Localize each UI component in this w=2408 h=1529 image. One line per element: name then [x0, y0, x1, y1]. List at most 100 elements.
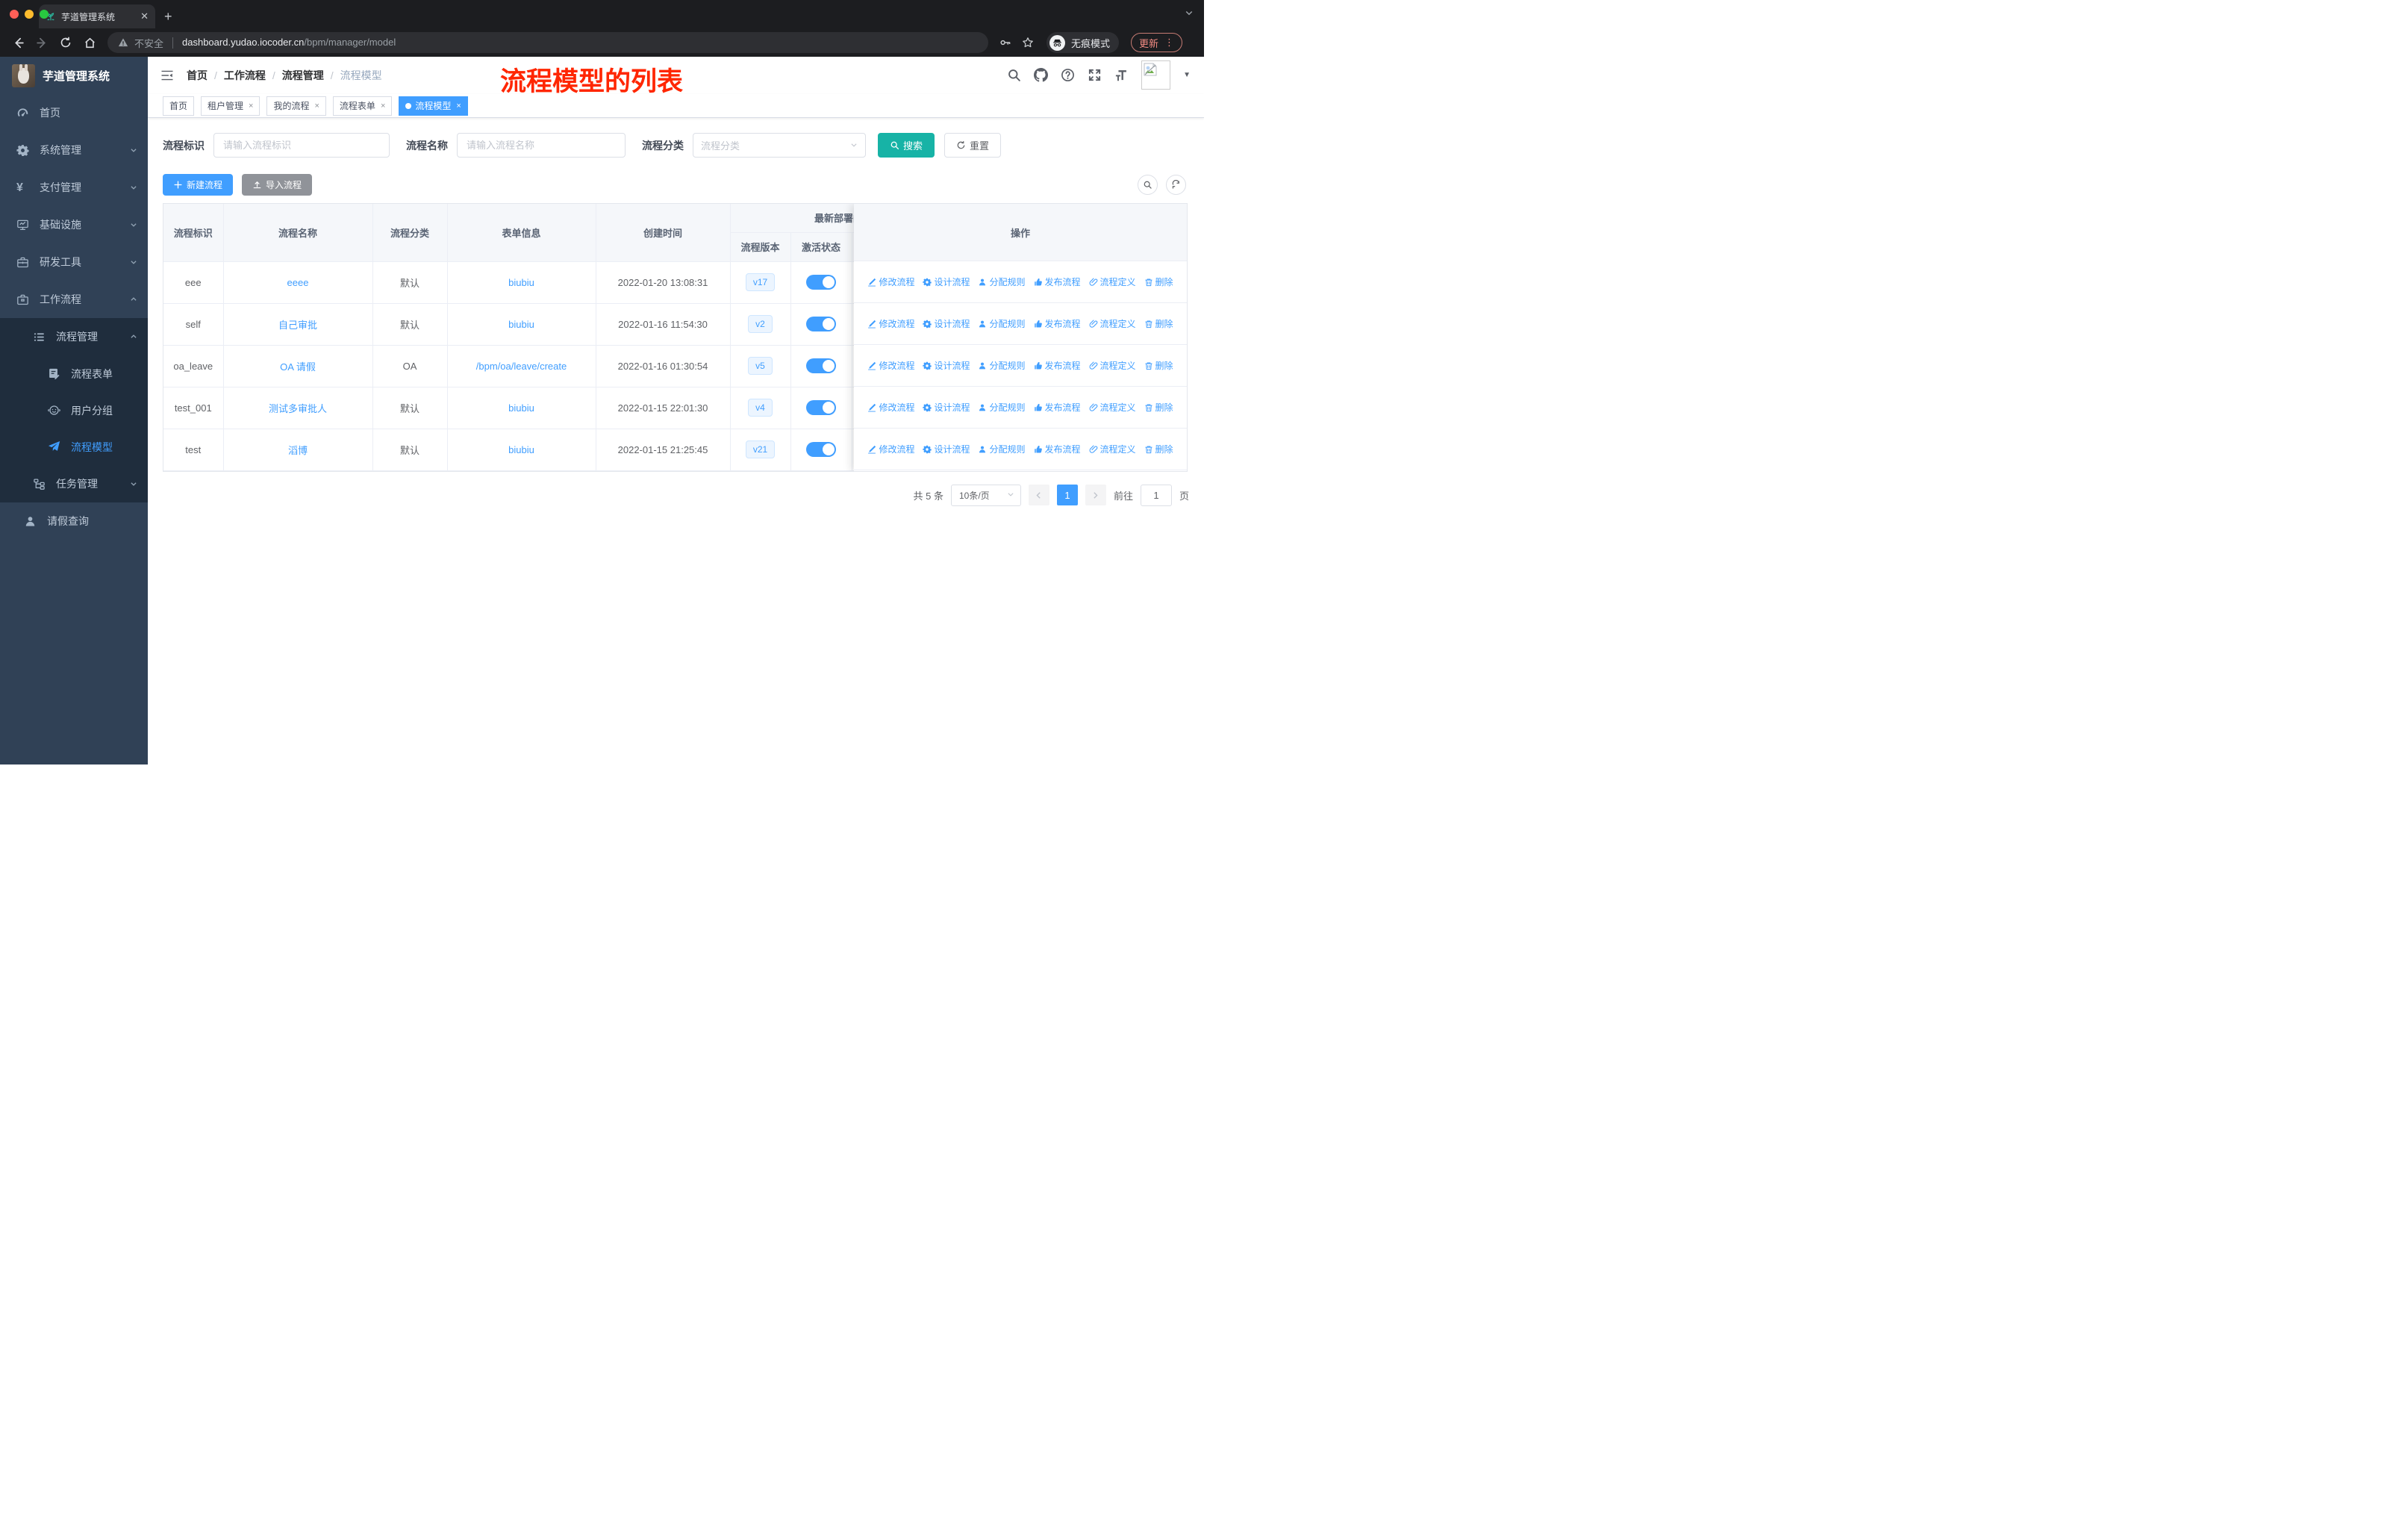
browser-menu-icon[interactable]: ⋮	[1164, 37, 1174, 49]
row-action-link[interactable]: 修改流程	[867, 443, 914, 455]
row-action-link[interactable]: 流程定义	[1089, 359, 1136, 372]
sidebar-collapse-icon[interactable]	[148, 68, 187, 83]
process-name-link[interactable]: 测试多审批人	[269, 403, 327, 414]
reload-icon[interactable]	[55, 32, 76, 53]
sidebar-item-task-mgmt[interactable]: 任务管理	[0, 465, 148, 502]
row-action-link[interactable]: 修改流程	[867, 401, 914, 414]
process-name-link[interactable]: 自己审批	[278, 320, 317, 331]
row-action-link[interactable]: 分配规则	[978, 275, 1026, 288]
close-tag-icon[interactable]: ×	[314, 102, 319, 110]
sidebar-item-payment[interactable]: ¥ 支付管理	[0, 169, 148, 206]
tags-view-tag[interactable]: 我的流程 ×	[266, 96, 326, 116]
sidebar-logo-row[interactable]: 芋道管理系统	[0, 57, 148, 94]
tags-view-tag[interactable]: 流程模型 ×	[399, 96, 468, 116]
home-icon[interactable]	[79, 32, 100, 53]
address-bar[interactable]: 不安全 dashboard.yudao.iocoder.cn/bpm/manag…	[107, 32, 988, 53]
sidebar-item-home[interactable]: 首页	[0, 94, 148, 131]
github-icon[interactable]	[1034, 68, 1049, 82]
tags-view-tag[interactable]: 流程表单 ×	[332, 96, 393, 116]
row-action-link[interactable]: 修改流程	[867, 275, 914, 288]
row-action-link[interactable]: 分配规则	[978, 359, 1026, 372]
filter-name-input[interactable]	[457, 133, 626, 158]
row-action-link[interactable]: 发布流程	[1034, 275, 1081, 288]
browser-update-button[interactable]: 更新 ⋮	[1131, 33, 1183, 52]
row-action-link[interactable]: 设计流程	[923, 275, 970, 288]
help-icon[interactable]	[1061, 68, 1075, 82]
active-toggle[interactable]	[806, 275, 836, 290]
form-info-link[interactable]: biubiu	[508, 277, 534, 288]
zoom-window-button[interactable]	[40, 10, 49, 19]
filter-key-input[interactable]	[213, 133, 390, 158]
row-action-link[interactable]: 流程定义	[1089, 401, 1136, 414]
bookmark-star-icon[interactable]	[1018, 33, 1038, 52]
filter-category-select[interactable]: 流程分类	[693, 133, 866, 158]
minimize-window-button[interactable]	[25, 10, 34, 19]
active-toggle[interactable]	[806, 317, 836, 331]
security-warning-icon[interactable]	[118, 37, 128, 48]
breadcrumb-item[interactable]: 首页	[187, 68, 208, 83]
avatar[interactable]	[1141, 60, 1171, 90]
refresh-button[interactable]	[1166, 175, 1186, 195]
sidebar-item-process-model[interactable]: 流程模型	[0, 429, 148, 465]
row-action-link[interactable]: 发布流程	[1034, 359, 1081, 372]
sidebar-item-leave-query[interactable]: 请假查询	[0, 502, 148, 540]
row-action-link[interactable]: 流程定义	[1089, 443, 1136, 455]
process-name-link[interactable]: OA 请假	[280, 361, 316, 373]
row-action-link[interactable]: 流程定义	[1089, 317, 1136, 330]
sidebar-item-process-form[interactable]: 流程表单	[0, 355, 148, 392]
form-info-link[interactable]: /bpm/oa/leave/create	[476, 361, 567, 372]
row-action-link[interactable]: 设计流程	[923, 443, 970, 455]
row-action-link[interactable]: 修改流程	[867, 359, 914, 372]
row-action-link[interactable]: 修改流程	[867, 317, 914, 330]
incognito-badge[interactable]: 无痕模式	[1047, 32, 1120, 53]
sidebar-item-devtools[interactable]: 研发工具	[0, 243, 148, 281]
new-tab-button[interactable]: +	[164, 4, 172, 28]
row-action-link[interactable]: 流程定义	[1089, 275, 1136, 288]
import-process-button[interactable]: 导入流程	[242, 174, 313, 196]
close-window-button[interactable]	[10, 10, 19, 19]
font-size-icon[interactable]	[1114, 68, 1129, 82]
back-icon[interactable]	[7, 32, 28, 53]
active-toggle[interactable]	[806, 442, 836, 457]
row-action-link[interactable]: 发布流程	[1034, 317, 1081, 330]
row-action-link[interactable]: 设计流程	[923, 317, 970, 330]
row-action-link[interactable]: 设计流程	[923, 401, 970, 414]
row-action-link[interactable]: 发布流程	[1034, 443, 1081, 455]
row-action-link[interactable]: 删除	[1144, 443, 1173, 455]
breadcrumb-item[interactable]: 工作流程	[224, 68, 266, 83]
prev-page-button[interactable]	[1028, 485, 1049, 505]
page-jump-input[interactable]	[1140, 484, 1172, 506]
process-name-link[interactable]: 滔博	[288, 445, 308, 456]
current-page-button[interactable]: 1	[1056, 485, 1078, 505]
avatar-caret-down-icon[interactable]: ▼	[1183, 71, 1191, 79]
reset-button[interactable]: 重置	[944, 133, 1002, 158]
process-name-link[interactable]: eeee	[287, 277, 309, 288]
forward-icon[interactable]	[31, 32, 52, 53]
next-page-button[interactable]	[1085, 485, 1106, 505]
form-info-link[interactable]: biubiu	[508, 402, 534, 414]
create-process-button[interactable]: 新建流程	[163, 174, 234, 196]
row-action-link[interactable]: 设计流程	[923, 359, 970, 372]
sidebar-item-workflow[interactable]: 工作流程	[0, 281, 148, 318]
tags-view-tag[interactable]: 首页	[163, 96, 195, 116]
sidebar-item-system[interactable]: 系统管理	[0, 131, 148, 169]
close-tag-icon[interactable]: ×	[381, 102, 385, 110]
security-label[interactable]: 不安全	[134, 36, 163, 50]
tags-view-tag[interactable]: 租户管理 ×	[201, 96, 261, 116]
browser-tab[interactable]: 芋道管理系统 ✕	[39, 4, 155, 28]
active-toggle[interactable]	[806, 400, 836, 415]
form-info-link[interactable]: biubiu	[508, 444, 534, 455]
form-info-link[interactable]: biubiu	[508, 319, 534, 330]
search-button[interactable]: 搜索	[878, 133, 935, 158]
page-size-select[interactable]: 10条/页	[950, 484, 1021, 506]
row-action-link[interactable]: 发布流程	[1034, 401, 1081, 414]
row-action-link[interactable]: 分配规则	[978, 401, 1026, 414]
row-action-link[interactable]: 分配规则	[978, 443, 1026, 455]
row-action-link[interactable]: 分配规则	[978, 317, 1026, 330]
fullscreen-icon[interactable]	[1088, 68, 1102, 82]
sidebar-item-user-group[interactable]: 用户分组	[0, 392, 148, 429]
row-action-link[interactable]: 删除	[1144, 317, 1173, 330]
sidebar-item-infra[interactable]: 基础设施	[0, 206, 148, 243]
active-toggle[interactable]	[806, 358, 836, 373]
close-tab-icon[interactable]: ✕	[140, 10, 149, 22]
